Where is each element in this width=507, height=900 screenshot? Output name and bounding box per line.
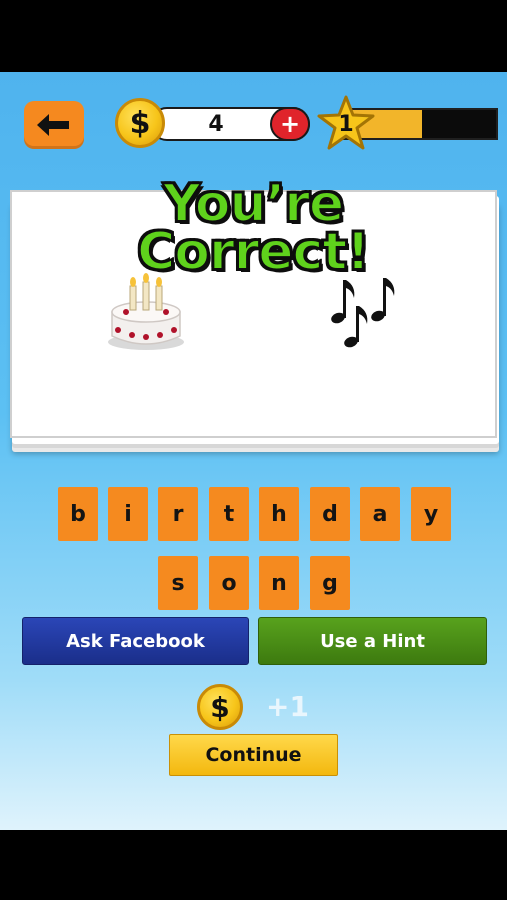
game-screen: 4 + $ 1 You’re Correct! b i r t h d a y …: [0, 72, 507, 830]
coin-count: 4: [208, 111, 224, 137]
reward-coin-icon: $: [197, 684, 243, 730]
result-title-line1: You’re: [162, 174, 345, 234]
answer-tile[interactable]: a: [360, 487, 400, 541]
coin-counter: 4 +: [150, 107, 310, 141]
musical-notes-icon: [331, 278, 395, 348]
coin-icon: $: [115, 98, 165, 148]
arrow-left-icon: [37, 114, 69, 136]
ask-facebook-button[interactable]: Ask Facebook: [22, 617, 249, 665]
back-button[interactable]: [24, 101, 84, 149]
add-coins-button[interactable]: +: [270, 107, 310, 141]
use-hint-button[interactable]: Use a Hint: [258, 617, 487, 665]
level-star-icon: 1: [316, 94, 376, 154]
answer-tile[interactable]: g: [310, 556, 350, 610]
result-banner: You’re Correct!: [118, 174, 388, 282]
answer-tile[interactable]: o: [209, 556, 249, 610]
answer-tile[interactable]: b: [58, 487, 98, 541]
answer-tile[interactable]: y: [411, 487, 451, 541]
birthday-cake-icon: [108, 273, 184, 350]
reward-amount: +1: [266, 690, 309, 723]
answer-tile[interactable]: t: [209, 487, 249, 541]
answer-tile[interactable]: d: [310, 487, 350, 541]
answer-tile[interactable]: i: [108, 487, 148, 541]
answer-tile[interactable]: n: [259, 556, 299, 610]
answer-tile[interactable]: h: [259, 487, 299, 541]
answer-tile[interactable]: r: [158, 487, 198, 541]
result-title-line2: Correct!: [136, 222, 371, 282]
level-number: 1: [338, 112, 354, 137]
continue-button[interactable]: Continue: [169, 734, 338, 776]
answer-tile[interactable]: s: [158, 556, 198, 610]
